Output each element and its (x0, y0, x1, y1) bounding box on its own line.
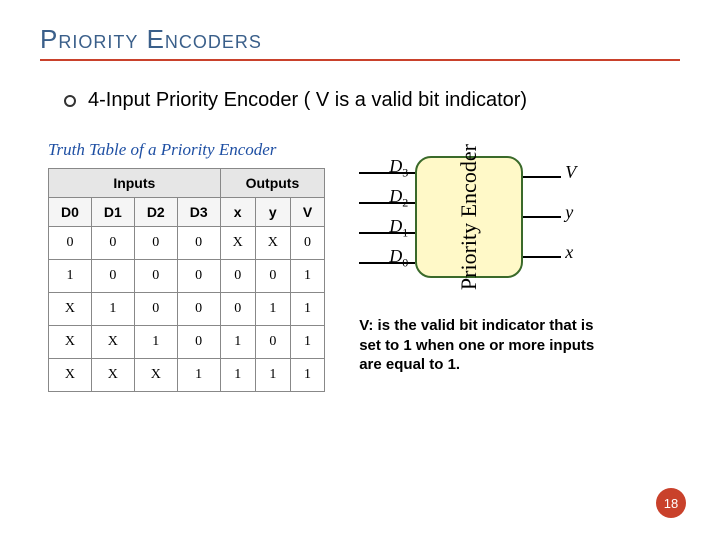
table-row: X100011 (49, 293, 325, 326)
wire (523, 256, 561, 258)
cell: X (91, 359, 134, 392)
bullet-icon (64, 95, 76, 107)
table-row: XX10101 (49, 326, 325, 359)
cell: 0 (255, 326, 290, 359)
table-row: XXX1111 (49, 359, 325, 392)
cell: 1 (290, 293, 324, 326)
cell: 1 (255, 293, 290, 326)
cell: X (49, 359, 92, 392)
cell: 1 (49, 260, 92, 293)
wire (523, 216, 561, 218)
cell: 1 (91, 293, 134, 326)
cell: 0 (177, 293, 220, 326)
cell: 0 (134, 293, 177, 326)
encoder-diagram: Priority Encoder D3 D2 D1 D0 V y x (359, 156, 589, 286)
cell: 0 (91, 227, 134, 260)
valid-bit-explain: V: is the valid bit indicator that is se… (359, 316, 619, 375)
truth-table-block: Truth Table of a Priority Encoder Inputs… (48, 140, 325, 392)
title-underline (40, 59, 680, 61)
header-outputs: Outputs (220, 169, 325, 198)
cell: X (220, 227, 255, 260)
page-number: 18 (656, 488, 686, 518)
encoder-box-label: Priority Encoder (457, 144, 481, 290)
encoder-box: Priority Encoder (415, 156, 523, 278)
cell: 1 (134, 326, 177, 359)
cell: 0 (290, 227, 324, 260)
cell: 0 (255, 260, 290, 293)
cell: 1 (177, 359, 220, 392)
pin-d0: D0 (389, 246, 408, 271)
table-row: 1000001 (49, 260, 325, 293)
slide-title: Priority Encoders (40, 24, 680, 55)
cell: 1 (290, 326, 324, 359)
cell: 1 (290, 260, 324, 293)
truth-table-title: Truth Table of a Priority Encoder (48, 140, 325, 160)
cell: 1 (220, 359, 255, 392)
col-d2: D2 (134, 198, 177, 227)
truth-table: Inputs Outputs D0 D1 D2 D3 x y V (48, 168, 325, 392)
col-d1: D1 (91, 198, 134, 227)
col-x: x (220, 198, 255, 227)
cell: X (255, 227, 290, 260)
col-v: V (290, 198, 324, 227)
bullet-item: 4-Input Priority Encoder ( V is a valid … (40, 89, 680, 112)
pin-y: y (565, 202, 573, 223)
cell: 0 (134, 260, 177, 293)
header-inputs: Inputs (49, 169, 221, 198)
bullet-text: 4-Input Priority Encoder ( V is a valid … (88, 89, 527, 112)
cell: 1 (220, 326, 255, 359)
cell: 0 (220, 293, 255, 326)
wire (523, 176, 561, 178)
cell: 0 (49, 227, 92, 260)
pin-d2: D2 (389, 186, 408, 211)
col-y: y (255, 198, 290, 227)
cell: 0 (220, 260, 255, 293)
pin-v: V (565, 162, 576, 183)
col-d3: D3 (177, 198, 220, 227)
col-d0: D0 (49, 198, 92, 227)
table-row: 0000XX0 (49, 227, 325, 260)
cell: 1 (290, 359, 324, 392)
pin-d3: D3 (389, 156, 408, 181)
pin-d1: D1 (389, 216, 408, 241)
cell: 1 (255, 359, 290, 392)
cell: X (134, 359, 177, 392)
cell: X (49, 326, 92, 359)
pin-x: x (565, 242, 573, 263)
cell: 0 (177, 326, 220, 359)
cell: 0 (177, 227, 220, 260)
cell: X (91, 326, 134, 359)
cell: 0 (177, 260, 220, 293)
cell: X (49, 293, 92, 326)
cell: 0 (134, 227, 177, 260)
cell: 0 (91, 260, 134, 293)
